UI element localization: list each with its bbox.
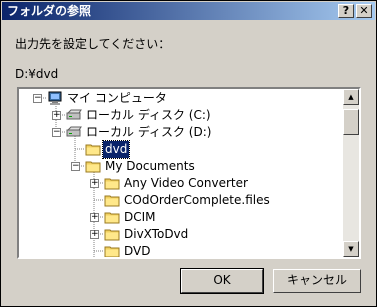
tree-item[interactable]: + Any Video Converter: [19, 175, 341, 192]
tree-items: − マイ コンピュータ + ローカル ディスク (C:) − ローカル ディスク (D:)…: [19, 89, 341, 257]
ok-button[interactable]: OK: [180, 268, 264, 294]
tree-item-label: dvd: [101, 140, 131, 159]
help-button[interactable]: ?: [338, 4, 354, 18]
tree-item-label: DivXToDvd: [124, 227, 189, 241]
folder-icon: [104, 193, 120, 207]
tree-item-label: ローカル ディスク (D:): [86, 125, 212, 139]
tree-item[interactable]: + DCIM: [19, 209, 341, 226]
expand-button[interactable]: +: [90, 179, 99, 188]
computer-icon: [47, 91, 63, 105]
tree-item-label: COdOrderComplete.files: [124, 193, 270, 207]
folder-icon: [104, 210, 120, 224]
tree-item[interactable]: + ローカル ディスク (C:): [19, 107, 341, 124]
title-bar[interactable]: フォルダの参照 ? ✕: [2, 2, 375, 20]
vertical-scrollbar[interactable]: ▲ ▼: [343, 89, 359, 257]
folder-icon: [85, 142, 101, 156]
window-title: フォルダの参照: [7, 4, 92, 18]
selected-path: D:¥dvd: [15, 67, 59, 81]
folder-icon: [104, 244, 120, 257]
drive-icon: [66, 125, 82, 139]
close-button[interactable]: ✕: [356, 4, 372, 18]
expand-button[interactable]: +: [90, 213, 99, 222]
expand-button[interactable]: +: [90, 230, 99, 239]
tree-item[interactable]: COdOrderComplete.files: [19, 192, 341, 209]
collapse-button[interactable]: −: [71, 162, 80, 171]
cancel-button[interactable]: キャンセル: [273, 269, 361, 293]
tree-item[interactable]: − ローカル ディスク (D:): [19, 124, 341, 141]
browse-folder-dialog: フォルダの参照 ? ✕ 出力先を設定してください： D:¥dvd − マイ コンピ…: [0, 0, 377, 307]
collapse-button[interactable]: −: [33, 94, 42, 103]
tree-item-label: Any Video Converter: [124, 176, 248, 190]
tree-item[interactable]: − マイ コンピュータ: [19, 90, 341, 107]
tree-item-label: マイ コンピュータ: [67, 91, 167, 105]
tree-item[interactable]: − My Documents: [19, 158, 341, 175]
tree-item-label: ローカル ディスク (C:): [86, 108, 211, 122]
tree-item[interactable]: dvd: [19, 140, 341, 159]
folder-tree[interactable]: − マイ コンピュータ + ローカル ディスク (C:) − ローカル ディスク (D:)…: [17, 87, 361, 259]
tree-item-label: DVD: [124, 244, 151, 258]
scroll-up-button[interactable]: ▲: [343, 89, 359, 105]
drive-icon: [66, 108, 82, 122]
scroll-thumb[interactable]: [343, 109, 359, 135]
folder-icon: [85, 159, 101, 173]
tree-item-label: My Documents: [105, 159, 195, 173]
collapse-button[interactable]: −: [52, 128, 61, 137]
tree-item-label: DCIM: [124, 210, 156, 224]
folder-icon: [104, 227, 120, 241]
tree-item[interactable]: DVD: [19, 243, 341, 258]
prompt-label: 出力先を設定してください：: [15, 37, 171, 51]
scroll-down-button[interactable]: ▼: [343, 241, 359, 257]
expand-button[interactable]: +: [52, 111, 61, 120]
tree-item[interactable]: + DivXToDvd: [19, 226, 341, 243]
folder-icon: [104, 176, 120, 190]
